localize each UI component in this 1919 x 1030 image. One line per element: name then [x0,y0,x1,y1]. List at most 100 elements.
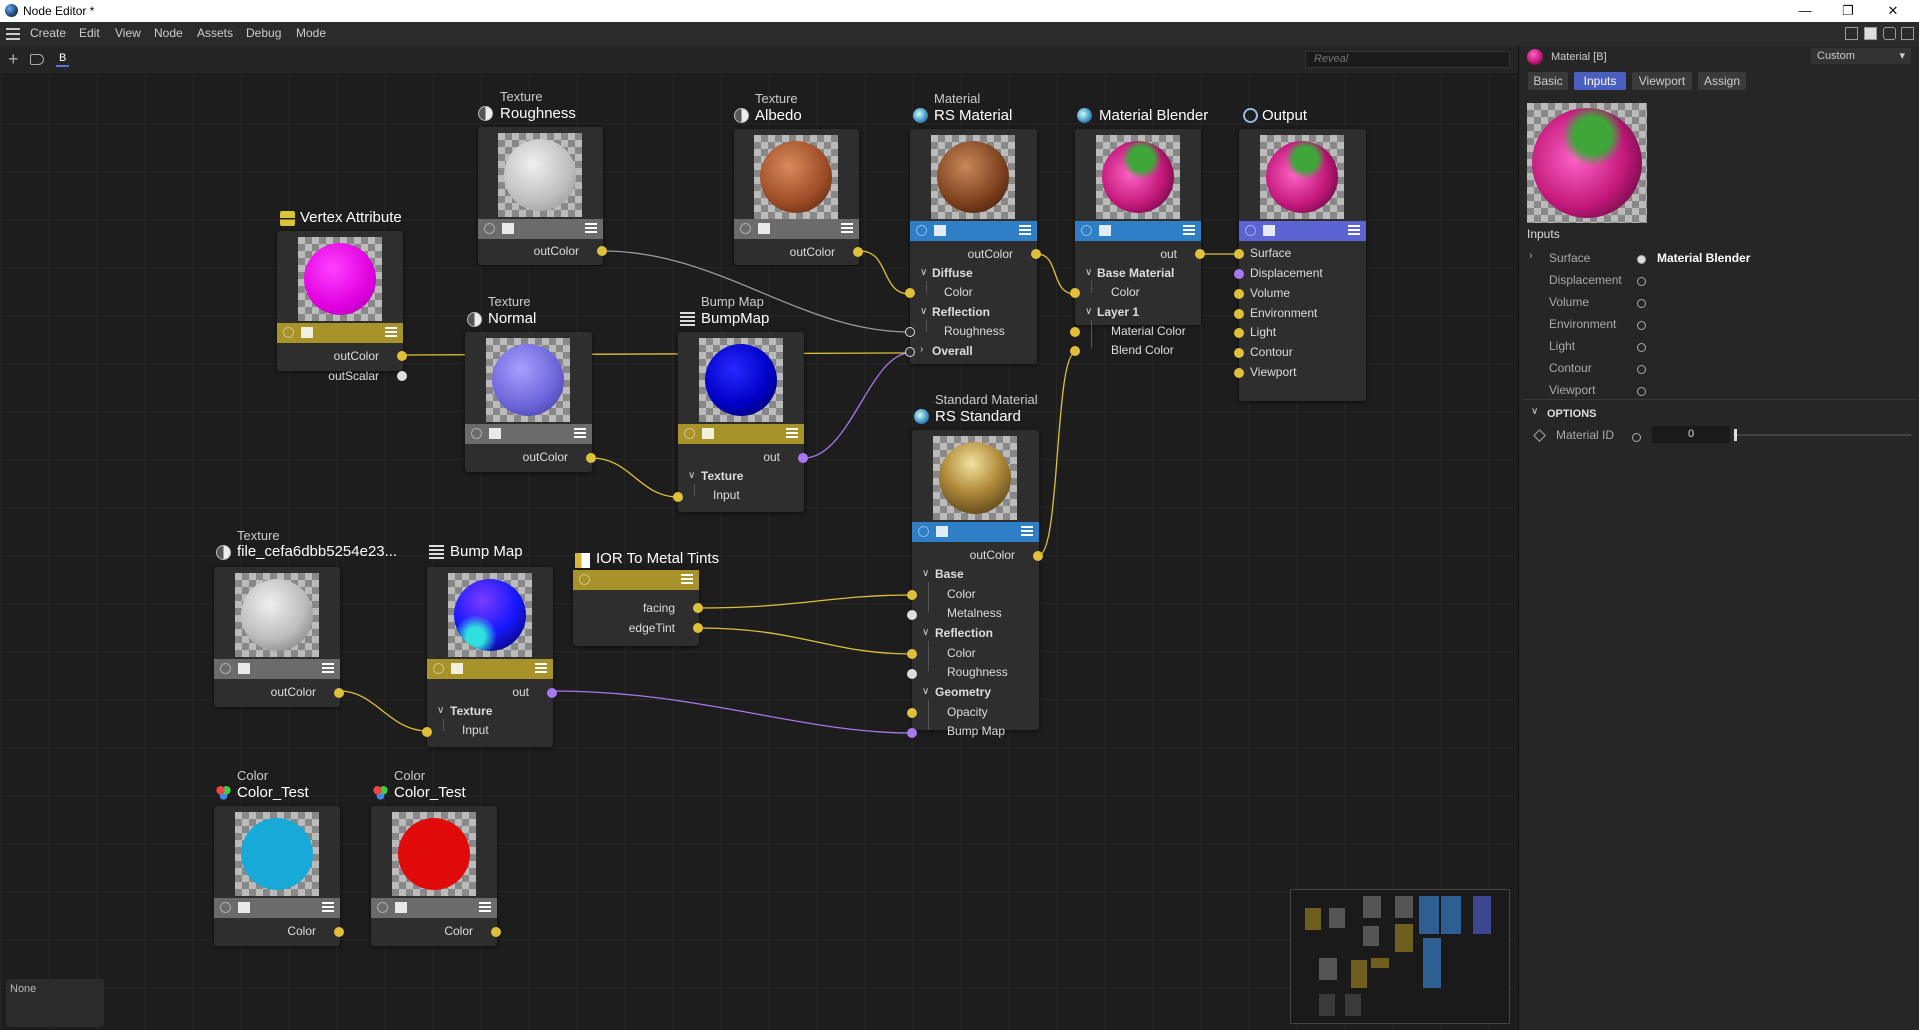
bumpmap1-input-port[interactable] [673,492,683,502]
bumpmap1-out-port[interactable] [798,453,808,463]
normal-node[interactable]: outColor [465,332,596,472]
standard-node[interactable]: outColor ∨ Base Color Metalness ∨ Reflec… [907,430,1043,738]
color1-node[interactable]: Color [214,806,344,946]
port-icon[interactable] [1637,365,1646,374]
rsmaterial-node[interactable]: outColor ∨ Diffuse Color ∨ Reflection Ro… [905,129,1041,364]
new-window-icon[interactable] [1901,27,1914,40]
blender-group-base[interactable]: Base Material [1097,266,1174,280]
options-header[interactable]: OPTIONS [1547,408,1597,420]
file-node-title[interactable]: file_cefa6dbb5254e23... [237,543,397,560]
tab-assign[interactable]: Assign [1698,72,1746,90]
rsmaterial-group-reflection[interactable]: Reflection [932,305,990,319]
normal-out-port[interactable] [586,453,596,463]
blender-out-port[interactable] [1195,249,1205,259]
tag-icon[interactable] [30,54,44,65]
bumpmap2-group-texture[interactable]: Texture [450,704,492,718]
standard-opacity-port[interactable] [907,708,917,718]
blender-base-color-port[interactable] [1070,288,1080,298]
rsmaterial-out-port[interactable] [1031,249,1041,259]
lock-icon[interactable] [1883,27,1896,40]
chevron-down-icon[interactable]: ∨ [688,470,695,481]
bumpmap1-node[interactable]: out ∨ Texture Input [673,332,808,512]
standard-group-reflection[interactable]: Reflection [935,626,993,640]
bumpmap2-out-port[interactable] [547,688,557,698]
standard-bumpmap-port[interactable] [907,728,917,738]
input-value-surface[interactable]: Material Blender [1657,251,1750,265]
chevron-down-icon[interactable]: ∨ [922,627,929,638]
tab-inputs[interactable]: Inputs [1574,72,1626,90]
blender-group-layer1[interactable]: Layer 1 [1097,305,1139,319]
bumpmap2-node[interactable]: out ∨ Texture Input [422,567,557,747]
tab-viewport[interactable]: Viewport [1632,72,1692,90]
menu-create[interactable]: Create [30,26,66,40]
vertex-node-title[interactable]: Vertex Attribute [300,209,402,226]
menu-node[interactable]: Node [154,26,183,40]
port-icon[interactable] [1637,299,1646,308]
output-volume-port[interactable] [1234,289,1244,299]
rsmaterial-roughness-port[interactable] [905,327,915,337]
rsmaterial-diffuse-color-port[interactable] [905,288,915,298]
ior-edgetint-port[interactable] [693,623,703,633]
blender-blend-color-port[interactable] [1070,346,1080,356]
vertex-node[interactable]: outColor outScalar [277,231,407,383]
layout-icon[interactable] [1845,27,1858,40]
material-id-field[interactable]: 0 [1652,426,1730,443]
close-icon[interactable]: ✕ [1878,2,1908,20]
output-node-title[interactable]: Output [1262,107,1307,124]
color1-node-title[interactable]: Color_Test [237,784,309,801]
color1-out-port[interactable] [334,927,344,937]
minimap[interactable] [1290,889,1510,1024]
menu-mode[interactable]: Mode [296,26,326,40]
standard-reflection-color-port[interactable] [907,649,917,659]
standard-group-geometry[interactable]: Geometry [935,685,991,699]
normal-node-title[interactable]: Normal [488,310,536,327]
tab-basic[interactable]: Basic [1528,72,1568,90]
connected-port-icon[interactable] [1637,255,1646,264]
ior-node[interactable]: facing edgeTint [573,570,703,646]
standard-node-title[interactable]: RS Standard [935,408,1021,425]
standard-metalness-port[interactable] [907,610,917,620]
standard-roughness-port[interactable] [907,669,917,679]
standard-out-port[interactable] [1033,551,1043,561]
chevron-down-icon[interactable]: ∨ [1085,306,1092,317]
output-light-port[interactable] [1234,328,1244,338]
menu-debug[interactable]: Debug [246,26,281,40]
rsmaterial-overall-port[interactable] [905,347,915,357]
reveal-search-input[interactable] [1305,51,1510,68]
blender-material-color-port[interactable] [1070,327,1080,337]
file-node[interactable]: outColor [214,567,344,707]
roughness-node[interactable]: outColor [478,127,607,265]
file-out-port[interactable] [334,688,344,698]
menu-assets[interactable]: Assets [197,26,233,40]
bumpmap2-input-port[interactable] [422,727,432,737]
chevron-right-icon[interactable]: › [920,344,923,355]
albedo-node-title[interactable]: Albedo [755,107,802,124]
output-node[interactable]: Surface Displacement Volume Environment … [1234,129,1366,401]
standard-base-color-port[interactable] [907,590,917,600]
vertex-outcolor-port[interactable] [397,351,407,361]
port-icon[interactable] [1637,277,1646,286]
node-canvas[interactable]: Texture Roughness outColor Texture Albed… [0,75,1518,1030]
bumpmap1-group-texture[interactable]: Texture [701,469,743,483]
vertex-outscalar-port[interactable] [397,371,407,381]
port-icon[interactable] [1632,433,1641,442]
menu-edit[interactable]: Edit [79,26,100,40]
chevron-down-icon[interactable]: ∨ [437,705,444,716]
material-id-slider[interactable] [1733,434,1911,436]
port-icon[interactable] [1637,387,1646,396]
add-node-icon[interactable]: + [8,49,19,70]
menu-view[interactable]: View [115,26,141,40]
color2-out-port[interactable] [491,927,501,937]
keyframe-icon[interactable] [1533,429,1546,442]
chevron-down-icon[interactable]: ∨ [920,267,927,278]
standard-group-base[interactable]: Base [935,567,964,581]
slider-handle[interactable] [1734,429,1737,441]
roughness-out-port[interactable] [597,246,607,256]
ior-facing-port[interactable] [693,603,703,613]
rsmaterial-group-diffuse[interactable]: Diffuse [932,266,973,280]
color2-node[interactable]: Color [371,806,501,946]
chevron-right-icon[interactable]: › [1529,250,1533,262]
output-surface-port[interactable] [1234,249,1244,259]
chevron-down-icon[interactable]: ∨ [1531,406,1538,417]
roughness-node-title[interactable]: Roughness [500,105,576,122]
